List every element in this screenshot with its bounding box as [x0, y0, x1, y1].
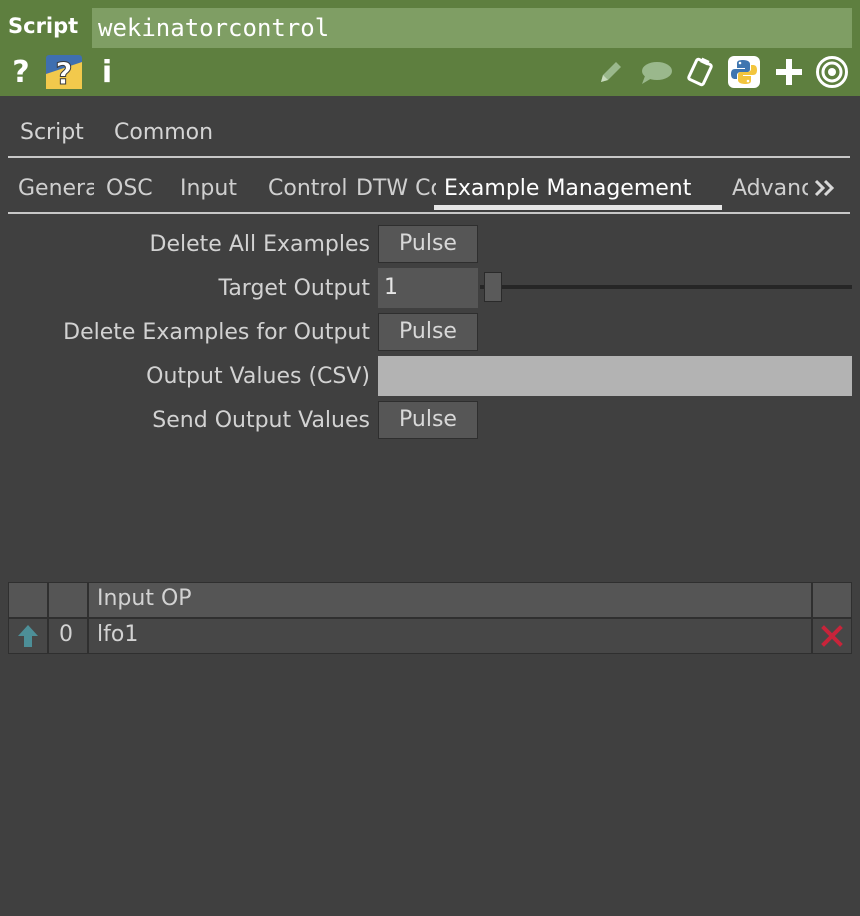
- clipboard-icon[interactable]: [682, 54, 718, 90]
- send-output-values-button[interactable]: Pulse: [378, 401, 478, 439]
- operator-type-label: Script: [8, 14, 79, 38]
- delete-all-examples-label: Delete All Examples: [149, 232, 370, 257]
- info-icon[interactable]: i: [96, 54, 118, 90]
- tab-general[interactable]: General: [18, 176, 94, 210]
- plus-icon[interactable]: [772, 54, 806, 90]
- table-header-cell: [812, 582, 852, 618]
- target-output-slider-handle[interactable]: [484, 272, 502, 302]
- arrow-up-icon[interactable]: [8, 618, 48, 654]
- send-output-values-label: Send Output Values: [152, 408, 370, 433]
- delete-examples-for-output-label: Delete Examples for Output: [63, 320, 370, 345]
- row-index: 0: [48, 618, 88, 654]
- tab-input[interactable]: Input: [180, 176, 258, 210]
- target-output-field[interactable]: 1: [378, 268, 478, 308]
- operator-header: Script wekinatorcontrol ? ? i: [0, 0, 860, 96]
- input-op-column-header: Input OP: [88, 582, 812, 618]
- tab-control[interactable]: Control: [268, 176, 346, 210]
- tab-example-management[interactable]: Example Management: [434, 176, 722, 210]
- delete-examples-for-output-button[interactable]: Pulse: [378, 313, 478, 351]
- table-header-cell: [48, 582, 88, 618]
- input-op-value[interactable]: lfo1: [88, 618, 812, 654]
- question-mark-icon[interactable]: ?: [8, 54, 34, 90]
- python-icon[interactable]: [726, 54, 762, 90]
- svg-text:?: ?: [55, 57, 72, 90]
- operator-name-field[interactable]: wekinatorcontrol: [92, 8, 852, 48]
- output-values-field[interactable]: [378, 356, 852, 396]
- delete-all-examples-button[interactable]: Pulse: [378, 225, 478, 263]
- tab-common[interactable]: Common: [114, 120, 213, 145]
- target-icon[interactable]: [814, 54, 850, 90]
- target-output-slider-track[interactable]: [480, 285, 852, 289]
- tab-advanced[interactable]: Advanced: [732, 176, 808, 210]
- double-chevron-right-icon[interactable]: [814, 176, 844, 206]
- close-x-icon[interactable]: [812, 618, 852, 654]
- parameter-page-tabs: General OSC Input Control DTW Controls E…: [8, 168, 850, 214]
- tab-dtw-controls[interactable]: DTW Controls: [356, 176, 436, 210]
- table-header-cell: [8, 582, 48, 618]
- comment-icon[interactable]: [638, 58, 674, 88]
- pencil-icon[interactable]: [596, 56, 626, 88]
- page-tabs: Script Common: [8, 112, 850, 158]
- python-help-icon[interactable]: ?: [44, 54, 84, 90]
- tab-osc[interactable]: OSC: [106, 176, 170, 210]
- output-values-label: Output Values (CSV): [146, 364, 370, 389]
- target-output-label: Target Output: [218, 276, 370, 301]
- tab-script[interactable]: Script: [20, 120, 84, 145]
